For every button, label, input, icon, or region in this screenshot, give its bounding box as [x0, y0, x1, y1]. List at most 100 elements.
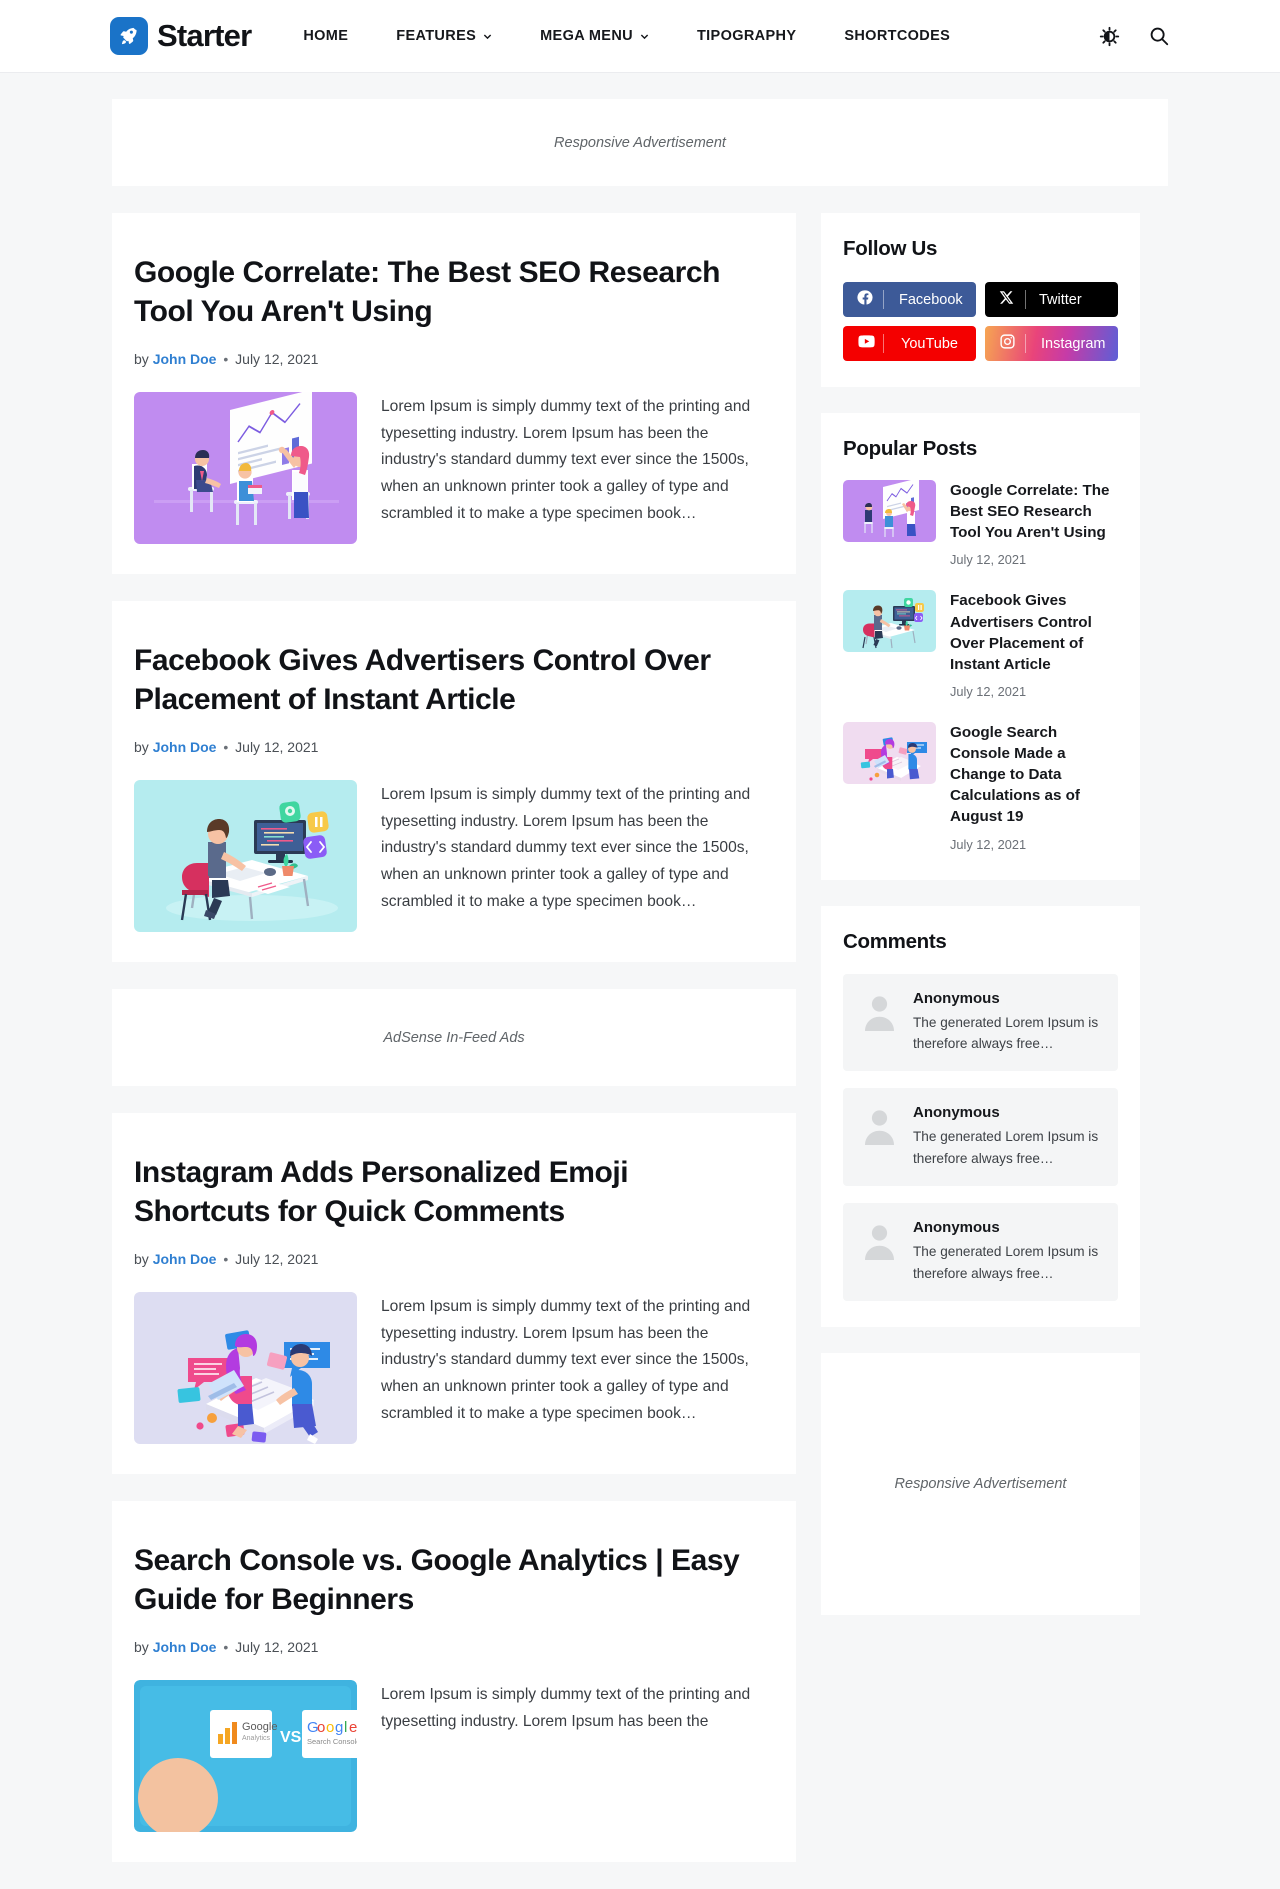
svg-text:Search Console: Search Console [307, 1737, 357, 1746]
nav-item-home[interactable]: HOME [281, 28, 372, 44]
seo-presentation-illustration [134, 392, 357, 544]
nav-label: FEATURES [396, 28, 477, 44]
developer-desk-illustration [843, 590, 936, 653]
list-item[interactable]: Anonymous The generated Lorem Ipsum is t… [843, 1203, 1118, 1302]
chevron-down-icon [640, 33, 649, 39]
comment-text: The generated Lorem Ipsum is therefore a… [913, 1014, 1099, 1051]
post-date: July 12, 2021 [235, 351, 319, 367]
post-thumbnail[interactable]: Google Analytics VS G o o g l e Search C… [134, 1680, 357, 1832]
anonymous-avatar-icon [859, 1104, 900, 1146]
meta-separator: • [223, 1639, 229, 1655]
post-title[interactable]: Search Console vs. Google Analytics | Ea… [134, 1541, 749, 1619]
nav-label: SHORTCODES [844, 28, 951, 44]
list-item[interactable]: Anonymous The generated Lorem Ipsum is t… [843, 1088, 1118, 1187]
post-title[interactable]: Google Correlate: The Best SEO Research … [134, 253, 749, 331]
svg-text:Analytics: Analytics [242, 1735, 271, 1742]
widget-title: Comments [843, 929, 947, 953]
post-card[interactable]: Search Console vs. Google Analytics | Ea… [112, 1501, 796, 1862]
comments-widget: Comments Anonymous The generated Lorem I… [821, 905, 1140, 1328]
post-excerpt: Lorem Ipsum is simply dummy text of the … [381, 398, 751, 522]
popular-post-title[interactable]: Google Correlate: The Best SEO Research … [950, 480, 1118, 543]
post-author[interactable]: John Doe [153, 739, 217, 755]
post-card[interactable]: Google Correlate: The Best SEO Research … [112, 213, 796, 574]
chevron-down-icon [483, 33, 492, 39]
post-thumbnail[interactable] [134, 1292, 357, 1444]
header-actions [1099, 25, 1170, 47]
svg-text:o: o [326, 1719, 334, 1736]
svg-text:VS: VS [280, 1729, 302, 1746]
post-author[interactable]: John Doe [153, 1639, 217, 1655]
list-item[interactable]: Facebook Gives Advertisers Control Over … [843, 590, 1118, 699]
byline-prefix: by [134, 1251, 149, 1267]
post-excerpt: Lorem Ipsum is simply dummy text of the … [381, 1298, 751, 1422]
nav-item-tipography[interactable]: TIPOGRAPHY [673, 28, 820, 44]
instagram-icon [999, 333, 1016, 354]
svg-text:g: g [335, 1719, 343, 1736]
page-wrapper: Responsive Advertisement Google Correlat… [0, 99, 1280, 1889]
main-navigation: HOME FEATURES MEGA MENU TIPOGRAPHY SHORT… [281, 28, 974, 44]
post-thumbnail[interactable] [134, 780, 357, 932]
social-link-twitter[interactable]: Twitter [985, 282, 1118, 317]
rocket-icon [110, 17, 148, 55]
post-excerpt: Lorem Ipsum is simply dummy text of the … [381, 786, 751, 910]
post-author[interactable]: John Doe [153, 1251, 217, 1267]
post-card[interactable]: Instagram Adds Personalized Emoji Shortc… [112, 1113, 796, 1474]
seo-presentation-illustration [843, 480, 936, 542]
developer-desk-illustration [134, 780, 357, 932]
comment-text: The generated Lorem Ipsum is therefore a… [913, 1129, 1099, 1166]
post-author[interactable]: John Doe [153, 351, 217, 367]
nav-item-shortcodes[interactable]: SHORTCODES [820, 28, 974, 44]
nav-item-mega-menu[interactable]: MEGA MENU [516, 28, 673, 44]
site-logo[interactable]: Starter [110, 17, 252, 55]
social-label: Twitter [1039, 291, 1082, 308]
widget-title: Follow Us [843, 237, 938, 260]
post-meta: by John Doe • July 12, 2021 [134, 1251, 774, 1267]
post-body: Google Analytics VS G o o g l e Search C… [134, 1680, 774, 1832]
post-meta: by John Doe • July 12, 2021 [134, 351, 774, 367]
infeed-advertisement: AdSense In-Feed Ads [112, 989, 796, 1086]
post-meta: by John Doe • July 12, 2021 [134, 1639, 774, 1655]
main-content: Google Correlate: The Best SEO Research … [112, 213, 796, 1889]
advertisement-label: Responsive Advertisement [894, 1476, 1067, 1493]
list-item[interactable]: Google Correlate: The Best SEO Research … [843, 480, 1118, 567]
post-date: July 12, 2021 [235, 739, 319, 755]
youtube-icon [857, 332, 876, 355]
search-icon[interactable] [1148, 25, 1170, 47]
popular-post-title[interactable]: Facebook Gives Advertisers Control Over … [950, 590, 1118, 675]
sidebar-advertisement: Responsive Advertisement [821, 1353, 1140, 1616]
social-link-youtube[interactable]: YouTube [843, 326, 976, 361]
post-meta: by John Doe • July 12, 2021 [134, 739, 774, 755]
popular-post-date: July 12, 2021 [950, 683, 1027, 699]
post-body: Lorem Ipsum is simply dummy text of the … [134, 1292, 774, 1444]
content-columns: Google Correlate: The Best SEO Research … [112, 213, 1168, 1889]
social-links: Facebook Twitter YouTube Instagram [843, 282, 1118, 361]
post-date: July 12, 2021 [235, 1251, 319, 1267]
popular-posts-widget: Popular Posts Google Correlate: The Best… [821, 413, 1140, 880]
post-thumbnail[interactable] [134, 392, 357, 544]
post-title[interactable]: Facebook Gives Advertisers Control Over … [134, 641, 749, 719]
svg-text:l: l [344, 1719, 347, 1736]
nav-label: MEGA MENU [540, 28, 633, 44]
divider [1025, 290, 1026, 309]
nav-label: TIPOGRAPHY [696, 28, 797, 44]
social-link-facebook[interactable]: Facebook [843, 282, 976, 317]
nav-item-features[interactable]: FEATURES [372, 28, 516, 44]
comment-author: Anonymous [913, 989, 1000, 1007]
dark-mode-toggle-icon[interactable] [1099, 26, 1120, 47]
post-excerpt: Lorem Ipsum is simply dummy text of the … [381, 1686, 751, 1730]
byline-prefix: by [134, 1639, 149, 1655]
social-link-instagram[interactable]: Instagram [985, 326, 1118, 361]
popular-post-thumbnail[interactable] [843, 480, 936, 542]
post-body: Lorem Ipsum is simply dummy text of the … [134, 392, 774, 544]
social-label: Instagram [1041, 335, 1106, 352]
divider [883, 334, 884, 353]
list-item[interactable]: Anonymous The generated Lorem Ipsum is t… [843, 973, 1118, 1072]
popular-post-date: July 12, 2021 [950, 836, 1027, 852]
popular-post-thumbnail[interactable] [843, 721, 936, 784]
popular-post-thumbnail[interactable] [843, 590, 936, 653]
social-comments-illustration [134, 1292, 357, 1444]
list-item[interactable]: Google Search Console Made a Change to D… [843, 721, 1118, 852]
post-title[interactable]: Instagram Adds Personalized Emoji Shortc… [134, 1153, 749, 1231]
post-card[interactable]: Facebook Gives Advertisers Control Over … [112, 601, 796, 962]
popular-post-title[interactable]: Google Search Console Made a Change to D… [950, 722, 1118, 828]
